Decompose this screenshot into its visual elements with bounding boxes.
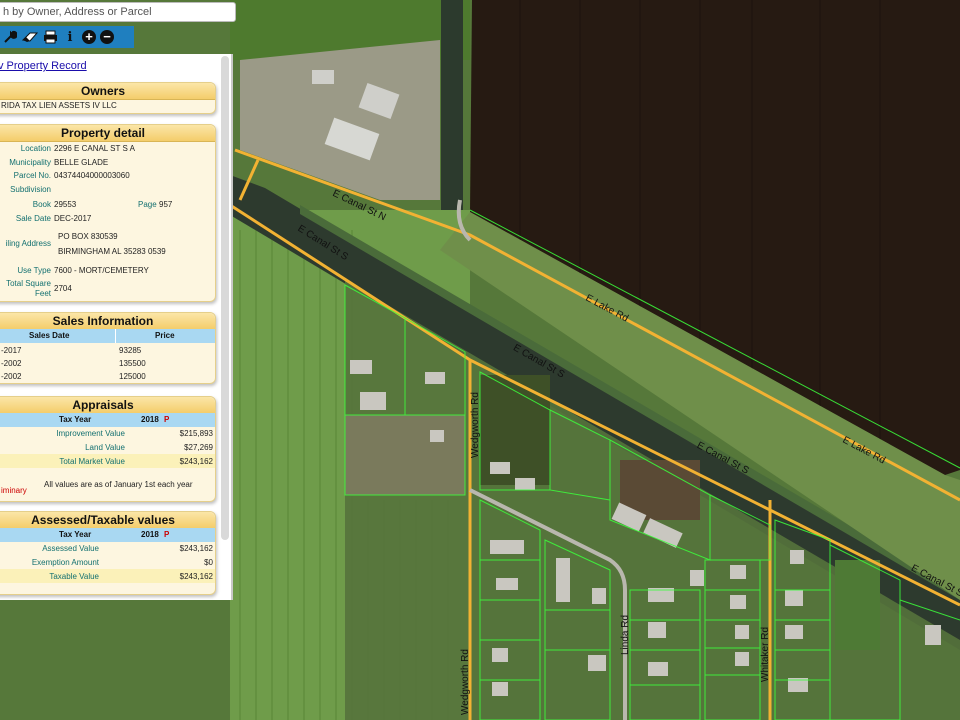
sales-row-date: -2002 — [1, 359, 22, 368]
sale-date-label: Sale Date — [15, 214, 51, 223]
municipality-value: BELLE GLADE — [54, 158, 109, 167]
preliminary-label: iminary — [1, 486, 27, 495]
road-label-wedgworth: Wedgworth Rd — [470, 392, 481, 458]
parcel-label: Parcel No. — [13, 171, 51, 180]
assessed-table-header: Tax Year 2018 P — [0, 528, 215, 542]
mailing-address-line1: PO BOX 830539 — [58, 232, 118, 241]
sale-date-value: DEC-2017 — [54, 214, 92, 223]
section-title: Appraisals — [0, 397, 215, 414]
lot-green — [835, 560, 880, 650]
lot-bare — [345, 415, 465, 495]
subdivision-label: Subdivision — [10, 185, 51, 194]
tax-year-header: Tax Year — [59, 530, 92, 539]
map-toolbar: i + − — [0, 26, 134, 48]
location-label: Location — [20, 144, 51, 153]
exemption-label: Exemption Amount — [31, 558, 99, 567]
assessed-label: Assessed Value — [42, 544, 99, 553]
assessed-section: Assessed/Taxable values Tax Year 2018 P … — [0, 511, 216, 595]
print-icon[interactable] — [42, 29, 58, 45]
sales-row-date: -2002 — [1, 372, 22, 381]
wrench-icon[interactable] — [2, 29, 18, 45]
section-title: Sales Information — [0, 313, 215, 330]
total-market-value: $243,162 — [179, 457, 213, 466]
exemption-value: $0 — [204, 558, 213, 567]
section-title: Assessed/Taxable values — [0, 512, 215, 529]
building — [312, 70, 334, 84]
improvement-value: $215,893 — [179, 429, 213, 438]
eraser-icon[interactable] — [22, 29, 38, 45]
tax-year-value: 2018 — [141, 415, 159, 424]
appraisals-table-header: Tax Year 2018 P — [0, 413, 215, 427]
sales-row-price: 125000 — [119, 372, 146, 381]
road-label-linda: Linda Rd — [620, 615, 631, 655]
total-market-label: Total Market Value — [59, 457, 125, 466]
tax-year-header: Tax Year — [59, 415, 92, 424]
info-icon[interactable]: i — [62, 29, 78, 45]
sales-section: Sales Information Sales Date Price -2017… — [0, 312, 216, 384]
section-title: Owners — [0, 83, 215, 100]
land-value: $27,269 — [184, 443, 213, 452]
total-square-label-feet: Feet — [34, 289, 51, 298]
panel-scrollbar[interactable] — [221, 56, 229, 540]
page-label: Page — [138, 200, 157, 209]
land-label: Land Value — [85, 443, 125, 452]
sales-date-header: Sales Date — [29, 331, 70, 340]
values-note: All values are as of January 1st each ye… — [44, 480, 193, 489]
appraisals-section: Appraisals Tax Year 2018 P Improvement V… — [0, 396, 216, 502]
assessed-value: $243,162 — [179, 544, 213, 553]
book-value: 29553 — [54, 200, 77, 209]
road-label-wedgworth: Wedgworth Rd — [460, 649, 471, 715]
preliminary-flag: P — [164, 415, 170, 424]
parcel-value: 04374404000003060 — [54, 171, 130, 180]
mailing-address-line2: BIRMINGHAM AL 35283 0539 — [58, 247, 166, 256]
preliminary-flag: P — [164, 530, 170, 539]
use-type-value: 7600 - MORT/CEMETERY — [54, 266, 149, 275]
tax-year-value: 2018 — [141, 530, 159, 539]
page-value: 957 — [159, 200, 173, 209]
zoom-out-icon[interactable]: − — [100, 30, 114, 44]
book-label: Book — [32, 200, 51, 209]
sales-row-date: -2017 — [1, 346, 22, 355]
location-value: 2296 E CANAL ST S A — [54, 144, 135, 153]
municipality-label: Municipality — [9, 158, 51, 167]
sales-row-price: 135500 — [119, 359, 146, 368]
search-input[interactable]: h by Owner, Address or Parcel — [0, 2, 236, 22]
price-header: Price — [155, 331, 175, 340]
taxable-value: $243,162 — [179, 572, 213, 581]
owner-name: RIDA TAX LIEN ASSETS IV LLC — [1, 101, 117, 110]
sales-table-header: Sales Date Price — [0, 329, 215, 343]
improvement-label: Improvement Value — [56, 429, 125, 438]
total-square-value: 2704 — [54, 284, 72, 293]
total-square-label: Total Square — [6, 279, 51, 288]
road-label-whitaker: Whitaker Rd — [760, 627, 771, 682]
mailing-address-label: iling Address — [5, 239, 51, 248]
canal-vertical — [441, 0, 463, 210]
property-detail-section: Property detail Location 2296 E CANAL ST… — [0, 124, 216, 302]
section-title: Property detail — [0, 125, 215, 142]
sales-row-price: 93285 — [119, 346, 142, 355]
owners-section: Owners RIDA TAX LIEN ASSETS IV LLC — [0, 82, 216, 114]
zoom-in-icon[interactable]: + — [82, 30, 96, 44]
use-type-label: Use Type — [17, 266, 51, 275]
property-record-link[interactable]: v Property Record — [0, 60, 87, 72]
taxable-label: Taxable Value — [49, 572, 99, 581]
